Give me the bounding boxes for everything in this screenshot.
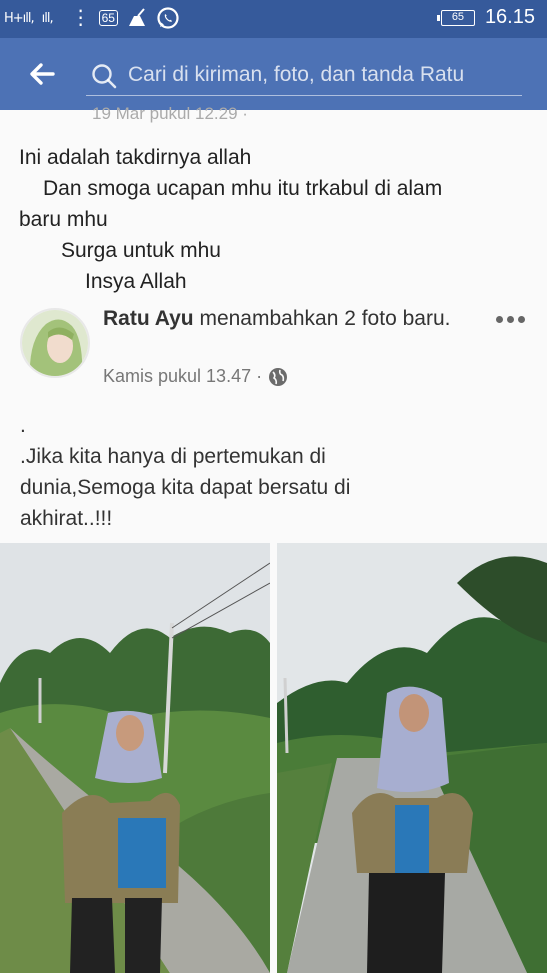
arrow-left-icon[interactable] bbox=[28, 60, 56, 88]
caption-line: akhirat..!!! bbox=[20, 507, 113, 530]
post-date: 19 Mar pukul 12.29 · bbox=[92, 104, 248, 123]
message-line: Ini adalah takdirnya allah bbox=[19, 146, 252, 169]
author-action: menambahkan 2 foto baru. bbox=[193, 307, 451, 330]
post-message: Ini adalah takdirnya allah Dan smoga uca… bbox=[19, 142, 539, 297]
caption-line: .Jika kita hanya di pertemukan di bbox=[20, 445, 326, 468]
app-bar: Cari di kiriman, foto, dan tanda Ratu bbox=[0, 38, 547, 110]
post-meta: Kamis pukul 13.47 · bbox=[103, 366, 288, 387]
cleaner-icon bbox=[128, 8, 145, 26]
avatar[interactable] bbox=[20, 308, 90, 378]
globe-icon bbox=[269, 367, 288, 386]
author-name[interactable]: Ratu Ayu bbox=[103, 307, 194, 330]
signal-icon-2: ıll, bbox=[41, 10, 54, 26]
photo-2[interactable] bbox=[277, 543, 547, 973]
shared-author: Ratu Ayu menambahkan 2 foto baru. bbox=[103, 303, 483, 334]
message-badge: 65 bbox=[98, 10, 118, 26]
message-line: baru mhu bbox=[19, 208, 108, 231]
photo-caption: . .Jika kita hanya di pertemukan di duni… bbox=[20, 410, 530, 534]
caption-line: . bbox=[20, 414, 26, 437]
message-line: Dan smoga ucapan mhu itu trkabul di alam bbox=[43, 177, 443, 200]
message-line: Surga untuk mhu bbox=[61, 239, 221, 262]
clock: 16.15 bbox=[484, 6, 535, 28]
more-options-icon[interactable] bbox=[496, 316, 525, 323]
battery-icon: 65 bbox=[436, 9, 475, 26]
photo-1[interactable] bbox=[0, 543, 270, 973]
status-bar: H+ıll, ıll, ⋮ 65 65 16.15 bbox=[0, 0, 547, 38]
message-line: Insya Allah bbox=[85, 270, 187, 293]
post-timestamp[interactable]: Kamis pukul 13.47 · bbox=[103, 366, 262, 387]
signal-icon: H+ıll, bbox=[4, 10, 35, 26]
notification-dots-icon: ⋮ bbox=[70, 7, 91, 29]
search-input[interactable]: Cari di kiriman, foto, dan tanda Ratu bbox=[86, 56, 522, 96]
search-placeholder: Cari di kiriman, foto, dan tanda Ratu bbox=[128, 63, 465, 86]
caption-line: dunia,Semoga kita dapat bersatu di bbox=[20, 476, 351, 499]
search-icon bbox=[92, 64, 117, 89]
whatsapp-icon bbox=[157, 7, 179, 29]
